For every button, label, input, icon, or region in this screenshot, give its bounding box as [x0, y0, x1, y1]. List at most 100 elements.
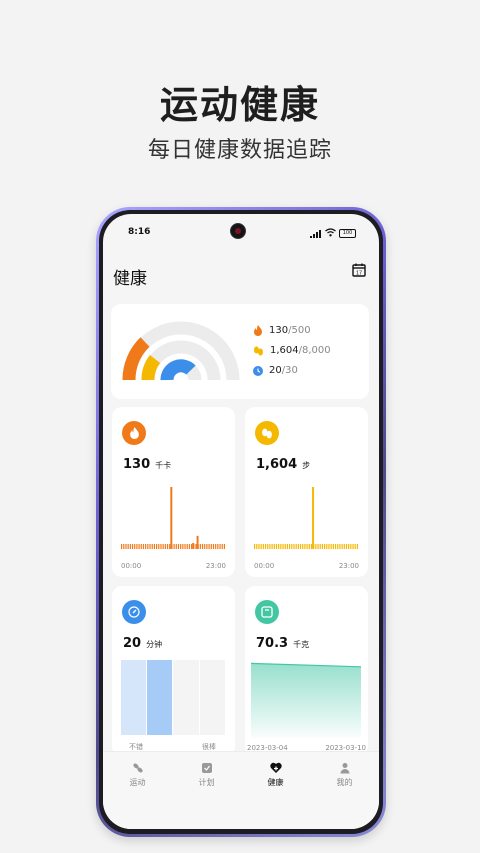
calories-bar-17:00 — [196, 535, 199, 549]
svg-text:17: 17 — [356, 271, 362, 277]
calories-baseline-tick — [206, 544, 208, 549]
activity-rings — [122, 321, 240, 381]
steps-baseline-tick — [297, 544, 299, 549]
plan-icon — [201, 763, 212, 773]
steps-baseline-tick — [291, 544, 293, 549]
steps-baseline-tick — [354, 544, 356, 549]
steps-baseline-tick — [343, 544, 345, 549]
steps-baseline-tick — [334, 544, 337, 549]
calories-baseline-tick — [138, 544, 140, 549]
run-icon — [132, 763, 143, 773]
steps-baseline-tick — [264, 544, 267, 549]
summary-steps-goal: /8,000 — [298, 345, 331, 356]
summary-steps-value: 1,604 — [270, 345, 299, 356]
weight-trend-chart — [250, 662, 362, 738]
bottom-nav: 运动 计划 健康 我的 — [103, 751, 379, 829]
activity-summary-card[interactable]: 130/500 1,604/8,000 20/30 — [111, 304, 369, 399]
heart-icon — [269, 762, 282, 773]
nav-item-exercise[interactable]: 运动 — [103, 762, 172, 788]
calories-baseline-tick — [158, 544, 160, 549]
calories-value-row: 130 千卡 — [123, 457, 171, 472]
page-title: 健康 — [113, 269, 147, 289]
steps-baseline-tick — [289, 544, 291, 549]
nav-item-health[interactable]: 健康 — [241, 762, 310, 788]
calories-baseline-tick — [145, 544, 147, 549]
nav-item-profile[interactable]: 我的 — [310, 762, 379, 788]
summary-row-exercise: 20/30 — [253, 365, 298, 376]
calories-baseline-tick — [129, 544, 131, 549]
steps-baseline-tick — [306, 544, 308, 549]
calories-card[interactable]: 130 千卡 00:00 23:00 — [112, 407, 235, 577]
steps-unit: 步 — [302, 461, 311, 470]
summary-row-calories: 130/500 — [253, 325, 311, 336]
weight-value-row: 70.3 千克 — [256, 636, 309, 651]
summary-row-steps: 1,604/8,000 — [253, 345, 331, 356]
exercise-card[interactable]: 20 分钟 不错 很棒 — [112, 586, 235, 756]
calories-baseline-tick — [186, 544, 188, 549]
calories-baseline-tick — [223, 544, 226, 549]
summary-calories-goal: /500 — [288, 325, 311, 336]
flame-icon — [254, 325, 262, 336]
calories-baseline-tick — [210, 544, 212, 549]
calories-hourly-chart — [121, 487, 226, 549]
steps-baseline-tick — [319, 544, 321, 549]
steps-baseline-tick — [304, 544, 306, 549]
steps-baseline-tick — [280, 544, 282, 549]
steps-card[interactable]: 1,604 步 00:00 23:00 — [245, 407, 368, 577]
weight-area — [251, 663, 361, 738]
calories-baseline-tick — [127, 544, 129, 549]
exercise-segment-2 — [147, 660, 172, 735]
calories-baseline-tick — [147, 544, 149, 549]
steps-baseline-tick — [254, 544, 256, 549]
footprints-icon — [255, 421, 279, 445]
weight-unit: 千克 — [293, 640, 310, 649]
steps-baseline-tick — [356, 544, 359, 549]
front-camera — [230, 223, 246, 239]
exercise-ring — [160, 359, 196, 381]
steps-baseline-tick — [275, 544, 278, 549]
steps-baseline-tick — [267, 544, 269, 549]
person-icon — [340, 763, 349, 774]
calories-baseline-tick — [134, 544, 136, 549]
steps-baseline-tick — [339, 544, 341, 549]
scale-icon — [255, 600, 279, 624]
steps-baseline-tick — [269, 544, 271, 549]
calories-baseline-tick — [191, 544, 193, 549]
calories-baseline-tick — [169, 544, 171, 549]
promo-headline: 运动健康 — [159, 83, 320, 127]
steps-baseline-tick — [282, 544, 284, 549]
calories-baseline-tick — [156, 544, 158, 549]
calories-baseline-tick — [208, 544, 210, 549]
steps-baseline-tick — [295, 544, 297, 549]
calories-baseline-tick — [217, 544, 219, 549]
phone-screen: 8:16 100 健康 17 130 /500 1,604 /8,000 20 … — [103, 214, 379, 829]
summary-calories-value: 130 — [269, 325, 289, 336]
calories-baseline-tick — [188, 544, 191, 549]
footprints-icon — [254, 346, 263, 355]
steps-baseline-tick — [258, 544, 260, 549]
calories-baseline-tick — [149, 544, 151, 549]
calories-baseline-tick — [180, 544, 182, 549]
nav-label-exercise: 运动 — [129, 778, 146, 787]
calendar-icon[interactable]: 17 — [352, 263, 366, 277]
calories-baseline-tick — [131, 544, 134, 549]
promo-subline: 每日健康数据追踪 — [147, 138, 332, 163]
calories-baseline-tick — [173, 544, 175, 549]
calories-unit: 千卡 — [155, 461, 172, 470]
steps-baseline-tick — [310, 544, 313, 549]
steps-baseline-tick — [324, 544, 326, 549]
calories-baseline-tick — [151, 544, 153, 549]
steps-baseline-tick — [315, 544, 317, 549]
calories-baseline-tick — [175, 544, 177, 549]
calories-bar-11:00 — [170, 487, 173, 549]
battery-icon: 100 — [339, 229, 356, 238]
exercise-value: 20 — [123, 636, 142, 651]
steps-axis-start: 00:00 — [254, 562, 275, 570]
calories-baseline-tick — [162, 544, 164, 549]
calories-bar-16:00 — [192, 543, 195, 549]
exercise-unit: 分钟 — [146, 640, 163, 649]
nav-item-plan[interactable]: 计划 — [172, 762, 241, 788]
weight-card[interactable]: 70.3 千克 2023-03-04 2023-03-10 — [245, 586, 368, 756]
calories-baseline-tick — [177, 544, 180, 549]
steps-baseline-tick — [302, 544, 304, 549]
